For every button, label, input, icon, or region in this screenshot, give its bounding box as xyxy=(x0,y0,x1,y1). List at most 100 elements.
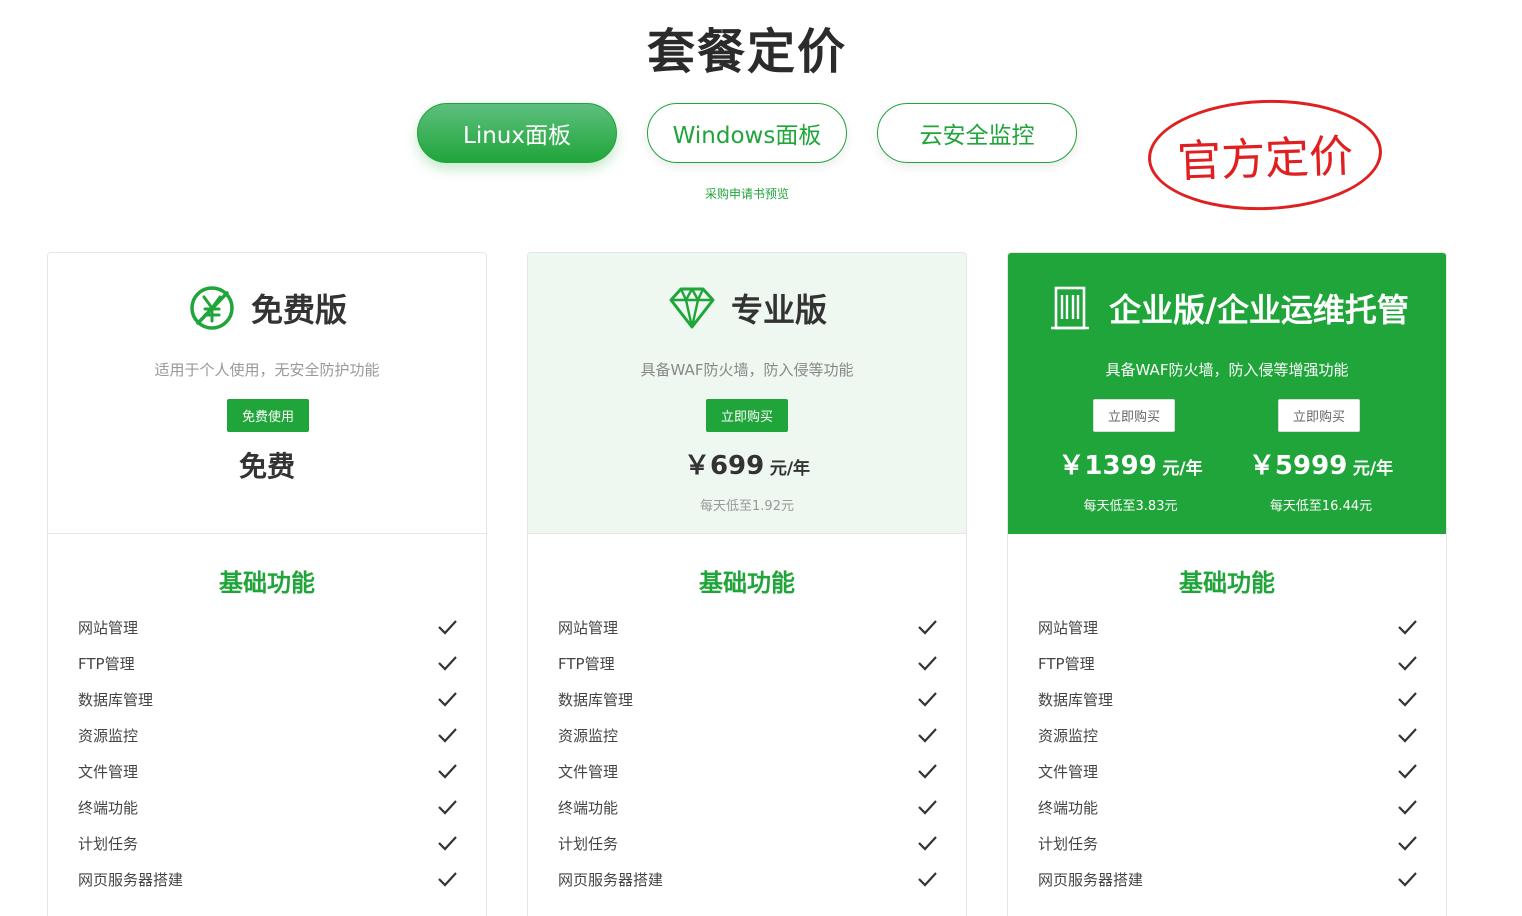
feature-item: 文件管理 xyxy=(558,753,938,789)
feature-item: 计划任务 xyxy=(558,825,938,861)
feature-item: FTP管理 xyxy=(558,645,938,681)
plan-title-row: 专业版 xyxy=(528,283,966,333)
price-currency: ￥ xyxy=(1058,451,1085,481)
feature-item: 网页服务器搭建 xyxy=(78,861,458,897)
plan-price-enterprise: ￥1399 元/年 xyxy=(1038,445,1223,482)
feature-item: 终端功能 xyxy=(558,789,938,825)
check-icon xyxy=(1398,692,1417,707)
features-section-title: 基础功能 xyxy=(699,569,795,597)
feature-label: 终端功能 xyxy=(78,798,139,817)
check-icon xyxy=(438,764,457,779)
feature-label: 数据库管理 xyxy=(1038,690,1114,709)
page-title: 套餐定价 xyxy=(646,24,847,80)
plan-price-managed: ￥5999 元/年 xyxy=(1226,445,1416,482)
free-use-button[interactable]: 免费使用 xyxy=(227,399,309,432)
check-icon xyxy=(438,620,457,635)
feature-item: 终端功能 xyxy=(78,789,458,825)
feature-list: 网站管理 FTP管理 数据库管理 资源监控 文件管理 终端功能 计划任务 网页服… xyxy=(558,609,938,897)
no-yen-icon xyxy=(187,283,237,333)
check-icon xyxy=(918,764,937,779)
feature-item: 资源监控 xyxy=(78,717,458,753)
plan-card-header: 专业版 具备WAF防火墙，防入侵等功能 立即购买 ￥699 元/年 每天低至1.… xyxy=(528,253,966,534)
price-unit: 元/年 xyxy=(1162,459,1203,479)
buy-now-button-enterprise[interactable]: 立即购买 xyxy=(1093,399,1175,432)
feature-list: 网站管理 FTP管理 数据库管理 资源监控 文件管理 终端功能 计划任务 网页服… xyxy=(1038,609,1418,897)
check-icon xyxy=(438,800,457,815)
price-currency: ￥ xyxy=(683,451,710,481)
feature-label: 文件管理 xyxy=(78,762,139,781)
feature-item: FTP管理 xyxy=(78,645,458,681)
feature-label: 数据库管理 xyxy=(78,690,154,709)
check-icon xyxy=(918,620,937,635)
plan-description: 具备WAF防火墙，防入侵等功能 xyxy=(640,361,854,379)
check-icon xyxy=(918,836,937,851)
feature-item: 数据库管理 xyxy=(558,681,938,717)
feature-label: 网页服务器搭建 xyxy=(558,870,664,889)
purchase-request-preview-link[interactable]: 采购申请书预览 xyxy=(647,185,847,202)
feature-item: 文件管理 xyxy=(1038,753,1418,789)
feature-item: 资源监控 xyxy=(558,717,938,753)
building-icon xyxy=(1045,283,1095,333)
diamond-icon xyxy=(667,283,717,333)
feature-list: 网站管理 FTP管理 数据库管理 资源监控 文件管理 终端功能 计划任务 网页服… xyxy=(78,609,458,897)
check-icon xyxy=(1398,764,1417,779)
plan-card-header: 企业版/企业运维托管 具备WAF防火墙，防入侵等增强功能 立即购买 ￥1399 … xyxy=(1008,253,1446,534)
check-icon xyxy=(918,728,937,743)
daily-price-note: 每天低至3.83元 xyxy=(1083,499,1178,514)
price-amount: 699 xyxy=(709,451,765,481)
feature-item: 网站管理 xyxy=(1038,609,1418,645)
plan-description: 具备WAF防火墙，防入侵等增强功能 xyxy=(1105,361,1349,379)
plan-description: 适用于个人使用，无安全防护功能 xyxy=(154,361,380,379)
feature-label: FTP管理 xyxy=(78,654,135,673)
feature-label: 网页服务器搭建 xyxy=(78,870,184,889)
feature-label: 网站管理 xyxy=(558,618,619,637)
feature-item: 数据库管理 xyxy=(78,681,458,717)
plan-price: ￥699 元/年 xyxy=(528,445,966,482)
tab-windows-panel[interactable]: Windows面板 xyxy=(647,103,847,163)
features-section-title: 基础功能 xyxy=(219,569,315,597)
plan-card-pro: 专业版 具备WAF防火墙，防入侵等功能 立即购买 ￥699 元/年 每天低至1.… xyxy=(527,252,967,916)
feature-item: 网站管理 xyxy=(558,609,938,645)
check-icon xyxy=(438,728,457,743)
feature-item: 计划任务 xyxy=(78,825,458,861)
feature-label: 数据库管理 xyxy=(558,690,634,709)
check-icon xyxy=(1398,620,1417,635)
feature-item: 计划任务 xyxy=(1038,825,1418,861)
daily-price-note: 每天低至16.44元 xyxy=(1269,499,1373,514)
check-icon xyxy=(1398,800,1417,815)
feature-label: 终端功能 xyxy=(558,798,619,817)
feature-label: 计划任务 xyxy=(558,834,619,853)
plan-title: 免费版 xyxy=(250,291,347,329)
feature-item: 网站管理 xyxy=(78,609,458,645)
feature-item: 网页服务器搭建 xyxy=(1038,861,1418,897)
check-icon xyxy=(1398,836,1417,851)
check-icon xyxy=(1398,872,1417,887)
feature-item: 数据库管理 xyxy=(1038,681,1418,717)
feature-label: 网页服务器搭建 xyxy=(1038,870,1144,889)
plan-title-row: 企业版/企业运维托管 xyxy=(1008,283,1446,333)
buy-now-button-managed[interactable]: 立即购买 xyxy=(1278,399,1360,432)
tab-linux-panel[interactable]: Linux面板 xyxy=(417,103,617,163)
plan-title-row: 免费版 xyxy=(48,283,486,333)
plan-card-free: 免费版 适用于个人使用，无安全防护功能 免费使用 免费 基础功能 网站管理 FT… xyxy=(47,252,487,916)
check-icon xyxy=(438,656,457,671)
tab-cloud-security[interactable]: 云安全监控 xyxy=(877,103,1077,163)
feature-label: 网站管理 xyxy=(78,618,139,637)
check-icon xyxy=(918,800,937,815)
feature-label: 文件管理 xyxy=(558,762,619,781)
feature-item: 文件管理 xyxy=(78,753,458,789)
plan-card-header: 免费版 适用于个人使用，无安全防护功能 免费使用 免费 xyxy=(48,253,486,534)
plan-title: 企业版/企业运维托管 xyxy=(1109,291,1409,329)
plan-card-enterprise: 企业版/企业运维托管 具备WAF防火墙，防入侵等增强功能 立即购买 ￥1399 … xyxy=(1007,252,1447,916)
buy-now-button[interactable]: 立即购买 xyxy=(706,399,788,432)
check-icon xyxy=(438,836,457,851)
panel-tabs: Linux面板 Windows面板 云安全监控 xyxy=(417,103,1077,163)
feature-item: 资源监控 xyxy=(1038,717,1418,753)
feature-label: 网站管理 xyxy=(1038,618,1099,637)
check-icon xyxy=(1398,656,1417,671)
feature-item: FTP管理 xyxy=(1038,645,1418,681)
price-unit: 元/年 xyxy=(769,459,811,479)
feature-label: FTP管理 xyxy=(558,654,615,673)
features-section-title: 基础功能 xyxy=(1179,569,1275,597)
feature-label: 资源监控 xyxy=(558,726,619,745)
